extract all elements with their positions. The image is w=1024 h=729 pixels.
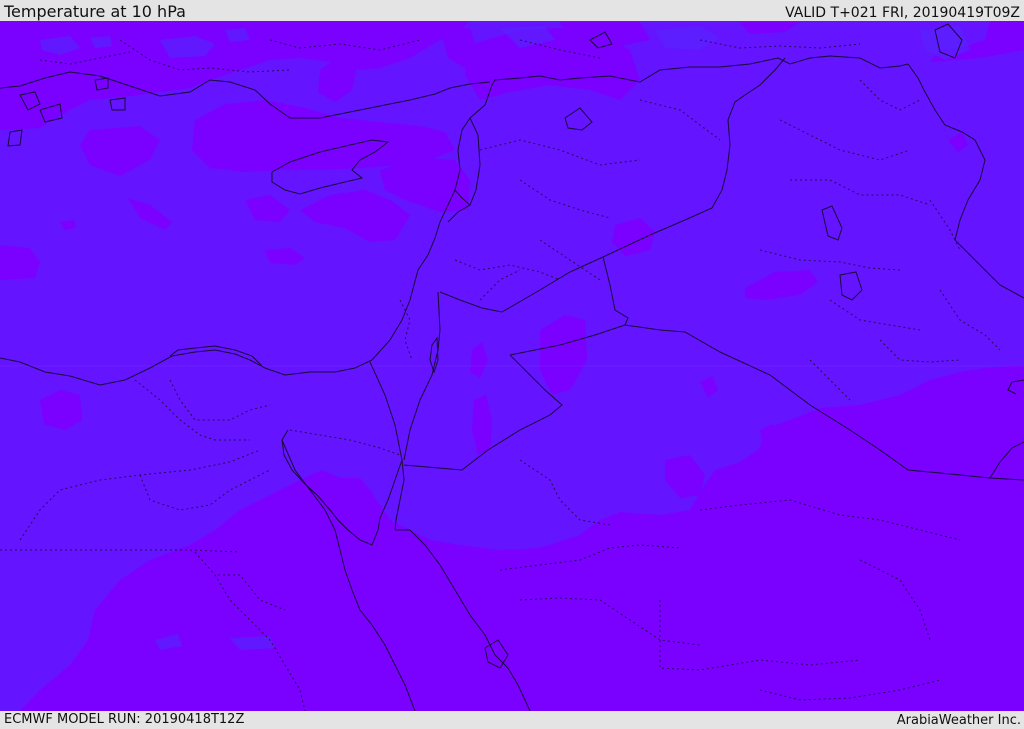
- map-title: Temperature at 10 hPa: [4, 2, 186, 21]
- header-bar: Temperature at 10 hPa VALID T+021 FRI, 2…: [0, 0, 1024, 21]
- weather-map-frame: Temperature at 10 hPa VALID T+021 FRI, 2…: [0, 0, 1024, 729]
- credit-label: ArabiaWeather Inc.: [896, 713, 1021, 728]
- footer-bar: ECMWF MODEL RUN: 20190418T12Z ArabiaWeat…: [0, 711, 1024, 729]
- valid-time-label: VALID T+021 FRI, 20190419T09Z: [785, 5, 1020, 21]
- temperature-map[interactable]: [0, 21, 1024, 711]
- model-run-label: ECMWF MODEL RUN: 20190418T12Z: [4, 712, 245, 727]
